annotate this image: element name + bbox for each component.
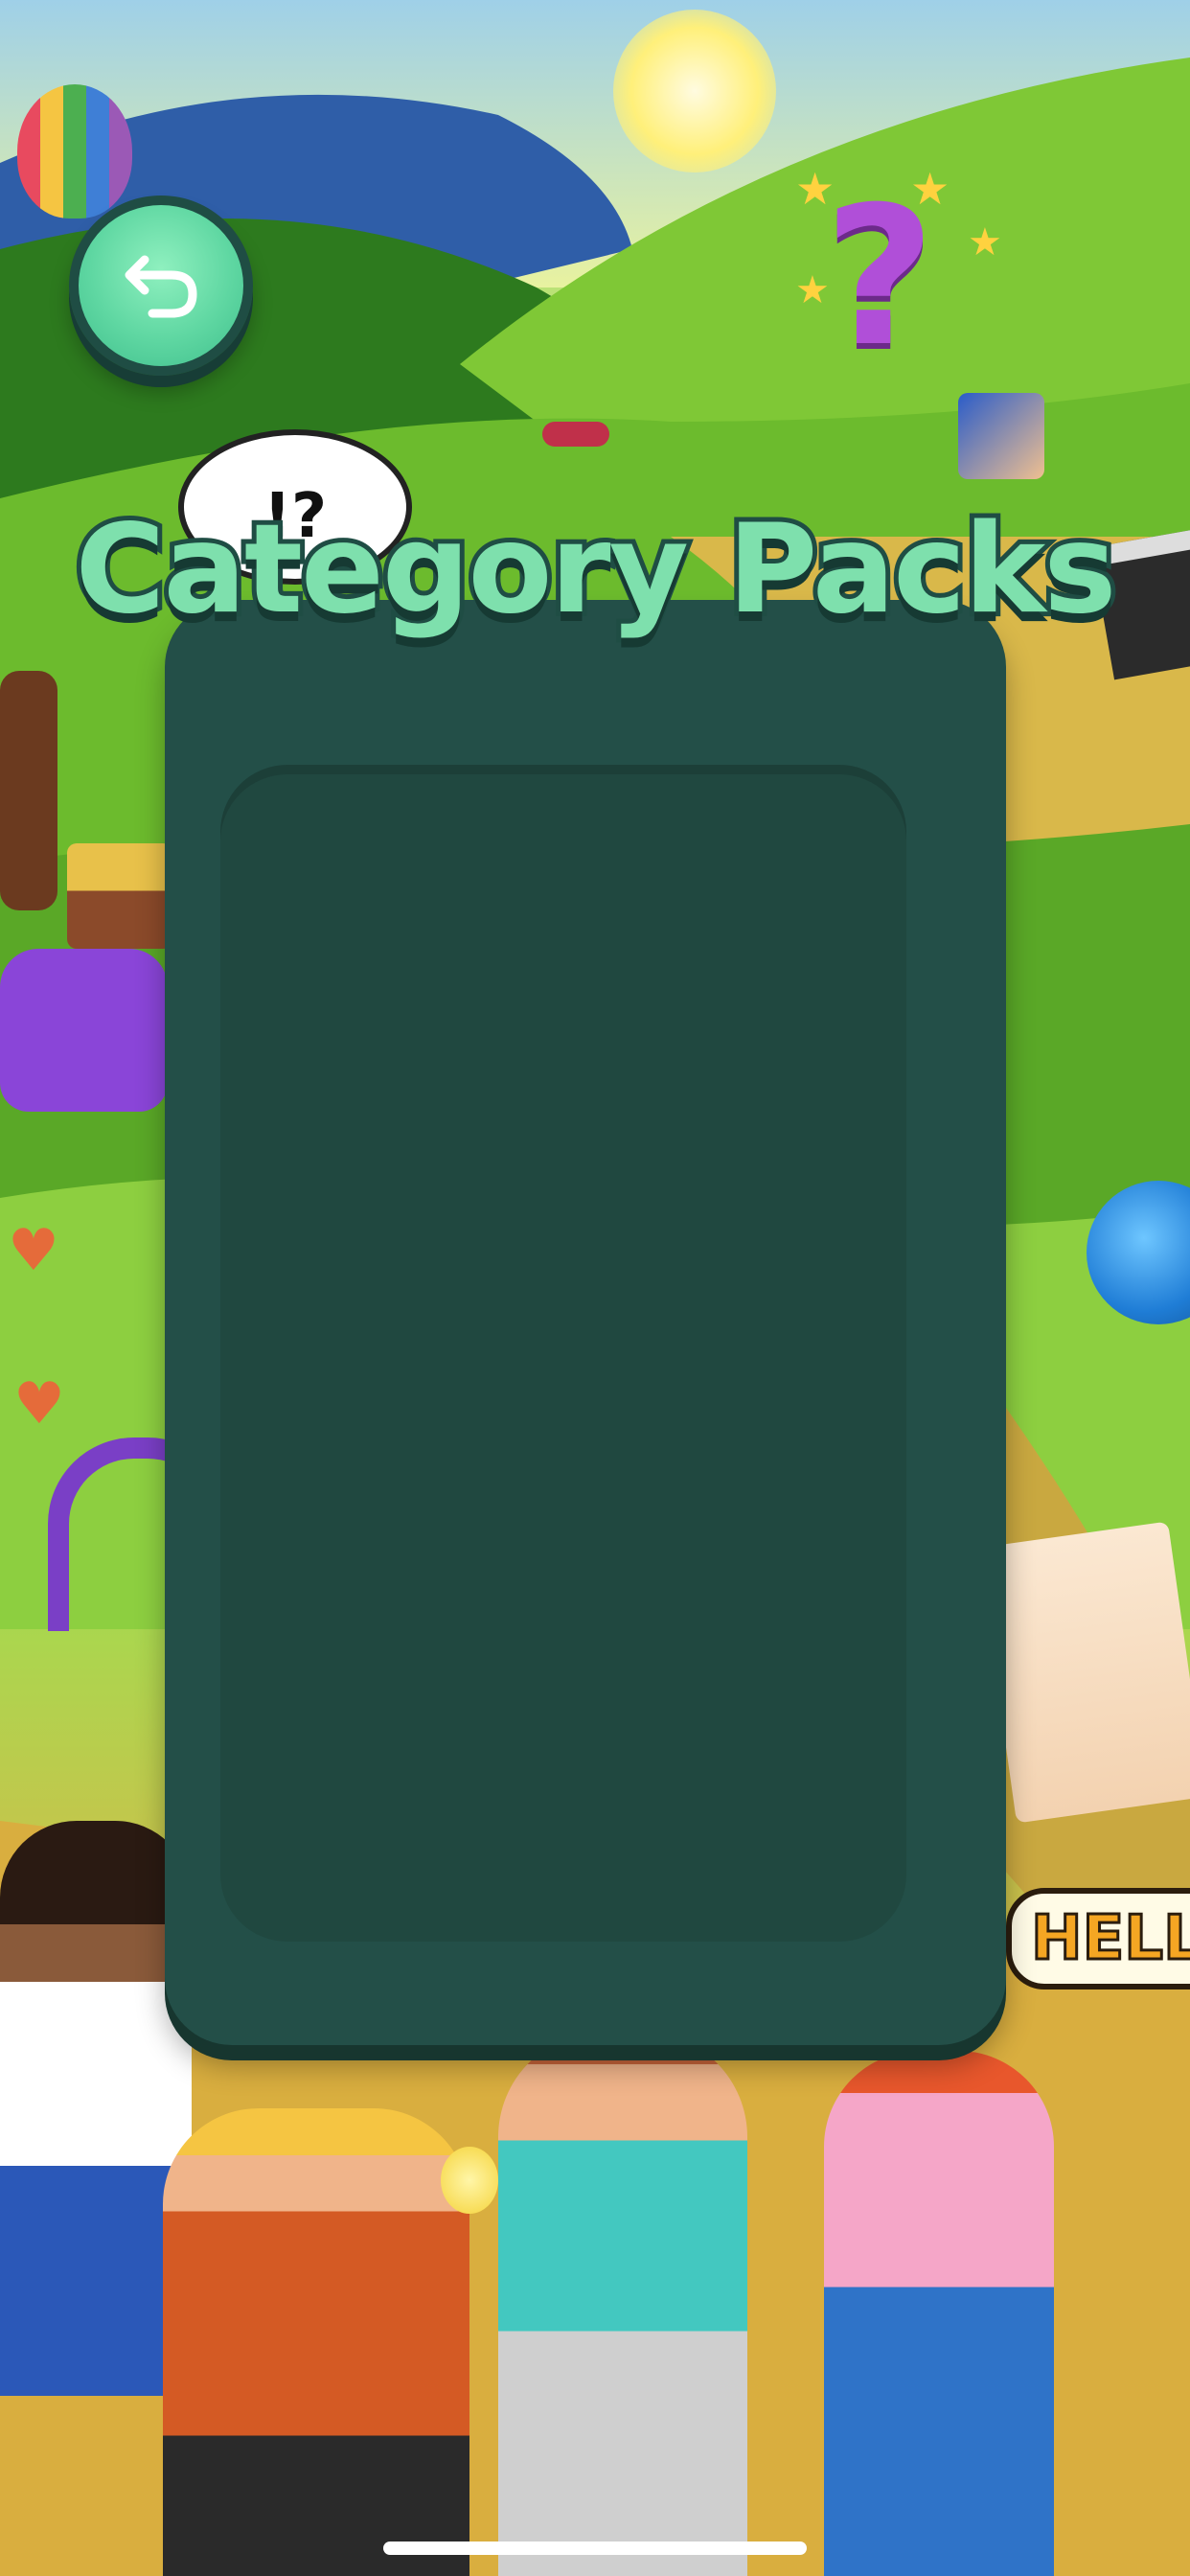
star-icon: ★: [795, 163, 835, 215]
sunglasses: [542, 422, 609, 447]
hello-badge-text: HELLO!: [1029, 1902, 1190, 1976]
category-packs-list[interactable]: [220, 765, 906, 1942]
back-button[interactable]: [69, 196, 253, 376]
star-icon: ★: [968, 220, 1002, 264]
star-icon: ★: [910, 163, 950, 215]
page-title: Category Packs: [71, 494, 1122, 646]
back-arrow-icon: [125, 255, 197, 318]
character-man-blue-shirt: [498, 2032, 747, 2576]
hello-badge: HELLO!: [1006, 1888, 1190, 1990]
home-indicator[interactable]: [383, 2542, 807, 2555]
character-woman-pink-shirt: [824, 2051, 1054, 2576]
luggage: [67, 843, 172, 949]
lightbulb: [441, 2147, 498, 2214]
car: [0, 949, 168, 1112]
hot-air-balloon: [17, 84, 132, 218]
heart-icon: ♥: [13, 1370, 65, 1438]
star-icon: ★: [795, 268, 830, 312]
sunbather: [958, 393, 1044, 479]
open-book: [977, 1521, 1190, 1824]
tree-trunk: [0, 671, 57, 910]
character-boy-backpack: [163, 2108, 469, 2576]
heart-icon: ♥: [8, 1217, 59, 1284]
category-packs-panel: [165, 600, 1006, 2045]
